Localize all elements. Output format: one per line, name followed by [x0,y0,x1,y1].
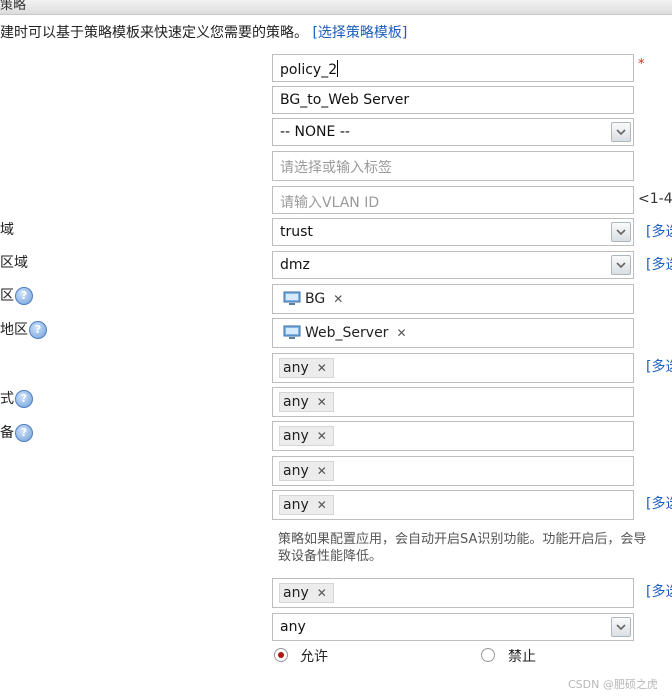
any-tag: any ✕ [279,358,334,378]
vlan-id-input[interactable]: 请输入VLAN ID [272,186,634,214]
any-tag: any ✕ [279,392,334,412]
user-field[interactable]: any ✕ [272,353,634,383]
vlan-range-hint: <1-4 [638,191,672,207]
tag-placeholder: 请选择或输入标签 [280,160,392,176]
action-permit-radio[interactable] [274,648,288,662]
chevron-down-icon[interactable] [611,122,631,142]
policy-group-select[interactable]: -- NONE -- [272,118,634,146]
destination-zone-value: dmz [280,257,310,273]
destination-address-label: 地区? [0,319,47,339]
source-zone-select[interactable]: trust [272,218,634,246]
help-icon[interactable]: ? [29,321,47,339]
user-multiselect-link[interactable]: [多选 [646,356,672,376]
source-address-label: 区? [0,285,33,305]
policy-name-value: policy_2 [280,62,338,78]
url-category-multiselect-link[interactable]: [多选 [646,581,672,601]
remove-tag-icon[interactable]: ✕ [317,429,327,443]
template-hint-text: 建时可以基于策略模板来快速定义您需要的策略。 [0,25,308,41]
address-tag: Web_Server ✕ [279,323,414,343]
policy-name-field[interactable]: policy_2 [272,54,634,82]
help-icon[interactable]: ? [15,287,33,305]
destination-zone-multiselect-link[interactable]: [多选 [646,254,672,274]
any-tag: any ✕ [279,461,334,481]
destination-zone-label: 区域 [0,255,28,271]
destination-zone-select[interactable]: dmz [272,251,634,279]
help-icon[interactable]: ? [15,424,33,442]
remove-tag-icon[interactable]: ✕ [317,498,327,512]
template-hint: 建时可以基于策略模板来快速定义您需要的策略。 [选择策略模板] [0,22,407,42]
window-title-bar: 策略 [0,0,672,15]
time-range-value: any [280,619,306,635]
source-zone-value: trust [280,224,313,240]
access-method-label: 式? [0,388,33,408]
vlan-placeholder: 请输入VLAN ID [280,195,380,211]
terminal-device-field[interactable]: any ✕ [272,421,634,451]
terminal-device-label: 备? [0,422,33,442]
time-range-select[interactable]: any [272,613,634,641]
any-tag: any ✕ [279,495,334,515]
action-deny-label[interactable]: 禁止 [508,646,536,666]
help-icon[interactable]: ? [15,390,33,408]
application-multiselect-link[interactable]: [多选 [646,493,672,513]
computer-icon [283,325,301,345]
address-tag: BG ✕ [279,289,350,309]
chevron-down-icon[interactable] [611,255,631,275]
chevron-down-icon[interactable] [611,222,631,242]
chevron-down-icon[interactable] [611,617,631,637]
policy-group-value: -- NONE -- [280,124,350,140]
source-address-field[interactable]: BG ✕ [272,284,634,314]
access-method-field[interactable]: any ✕ [272,387,634,417]
any-tag: any ✕ [279,583,334,603]
source-zone-multiselect-link[interactable]: [多选 [646,221,672,241]
remove-tag-icon[interactable]: ✕ [317,361,327,375]
remove-tag-icon[interactable]: ✕ [317,464,327,478]
watermark: CSDN @肥硕之虎 [568,678,658,691]
remove-tag-icon[interactable]: ✕ [317,586,327,600]
source-zone-label: 域 [0,222,14,238]
remove-tag-icon[interactable]: ✕ [333,292,343,306]
computer-icon [283,291,301,311]
application-note: 策略如果配置应用，会自动开启SA识别功能。功能开启后，会导致设备性能降低。 [278,532,647,564]
action-permit-label[interactable]: 允许 [300,646,328,666]
action-deny-radio[interactable] [481,648,495,662]
remove-tag-icon[interactable]: ✕ [396,326,406,340]
application-field[interactable]: any ✕ [272,490,634,520]
text-cursor [337,60,339,77]
remove-tag-icon[interactable]: ✕ [317,395,327,409]
select-template-link[interactable]: [选择策略模板] [312,25,407,41]
destination-address-field[interactable]: Web_Server ✕ [272,318,634,348]
description-value: BG_to_Web Server [280,92,410,108]
any-tag: any ✕ [279,426,334,446]
tag-input[interactable]: 请选择或输入标签 [272,151,634,181]
url-category-field[interactable]: any ✕ [272,578,634,608]
description-field[interactable]: BG_to_Web Server [272,86,634,114]
required-marker: * [638,57,645,72]
service-field[interactable]: any ✕ [272,456,634,486]
window-title: 策略 [0,0,27,13]
